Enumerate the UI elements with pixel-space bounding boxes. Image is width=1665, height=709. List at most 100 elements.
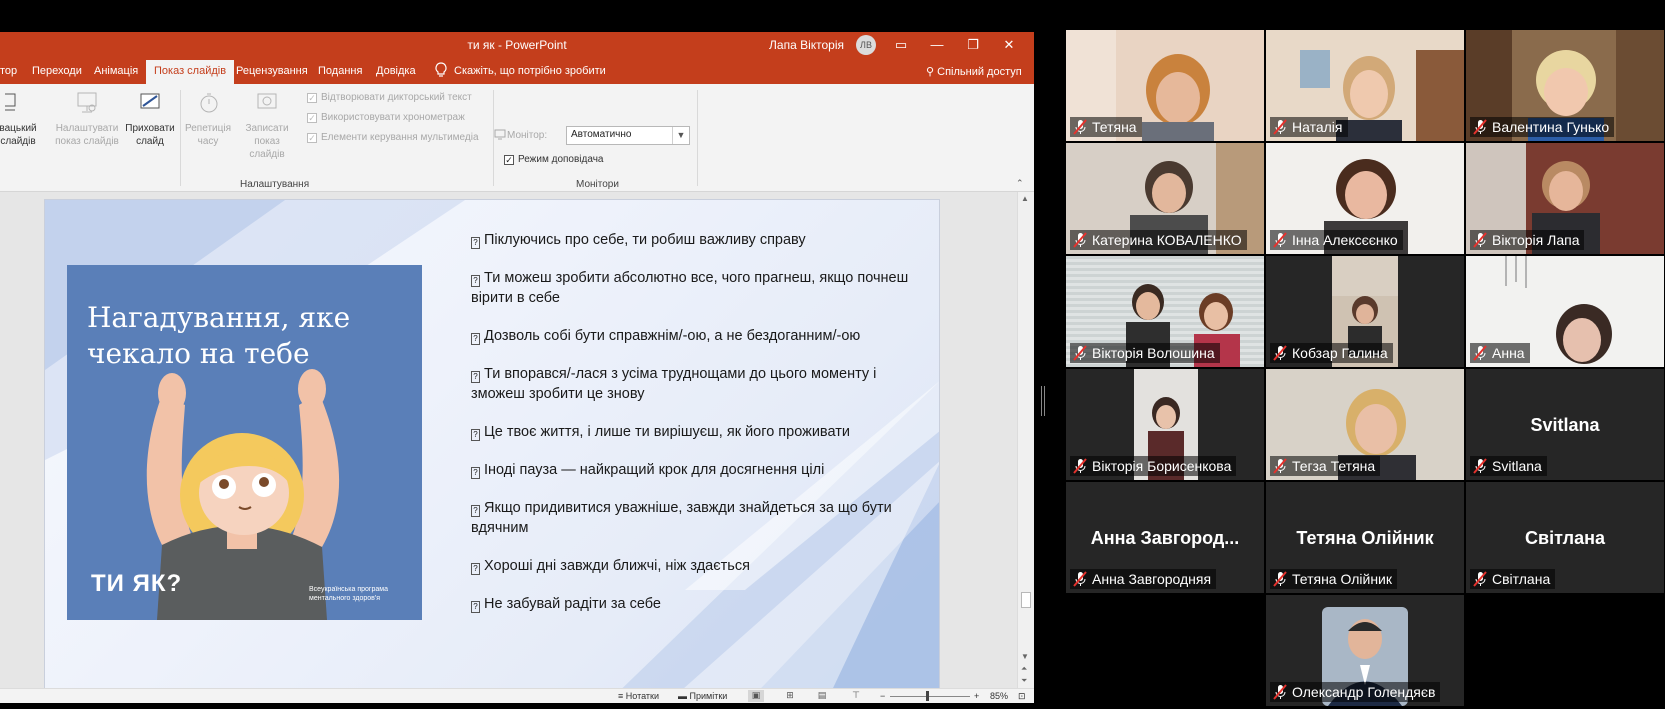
participant-tile[interactable]: Тетяна Олійник Тетяна Олійник [1266,482,1464,593]
bullet-item: ? Це твоє життя, і лише ти вирішуєш, як й… [471,422,911,442]
zoom-slider-thumb[interactable] [926,691,929,701]
bullet-text: Не забувай радіти за себе [484,596,661,612]
ribbon-separator [697,90,698,186]
participant-nameplate: Тетяна Олійник [1270,569,1397,589]
rehearse-label-2: часу [197,136,219,147]
tab-view[interactable]: Подання [318,65,362,77]
zoom-level[interactable]: 85% [990,691,1008,701]
tab-slide-show[interactable]: Показ слайдів [146,60,235,84]
monitor-select[interactable]: Автоматично ▼ [566,126,690,145]
poster-image[interactable]: Нагадування, яке чекало на тебе ТИ ЯК? В… [67,265,422,620]
close-icon[interactable]: ✕ [1000,36,1018,54]
participant-tile[interactable]: Тегза Тетяна [1266,369,1464,480]
bullet-item: ? Хороші дні завжди ближчі, ніж здається [471,556,911,576]
participant-display-name: Анна Завгород... [1090,528,1240,548]
timings-checkbox[interactable]: ✓ Використовувати хронометраж [307,112,465,123]
tell-me-input[interactable]: Скажіть, що потрібно зробити [454,65,606,77]
chevron-down-icon[interactable]: ▼ [672,127,689,144]
participant-tile[interactable]: Валентина Гунько [1466,30,1664,141]
share-button[interactable]: ⚲ Спільний доступ [926,65,1022,78]
participant-display-name: Світлана [1525,528,1605,548]
bullet-item: ? Іноді пауза — найкращий крок для досягн… [471,460,911,480]
participant-tile[interactable]: Кобзар Галина [1266,256,1464,367]
scroll-up-icon[interactable]: ▲ [1021,194,1029,203]
hide-slide-icon [140,93,160,109]
rehearse-timings-button[interactable]: Репетиція часу [182,90,234,148]
participant-tile[interactable]: Наталія [1266,30,1464,141]
participant-tile[interactable]: Інна Алексєєнко [1266,143,1464,254]
notes-button[interactable]: ≡ Нотатки [618,691,659,701]
missing-glyph-icon: ? [471,467,480,479]
zoom-out-icon[interactable]: − [880,691,885,701]
tab-design[interactable]: тор [0,65,17,77]
hide-slide-label-2: слайд [136,136,164,147]
bullet-item: ? Не забувай радіти за себе [471,594,911,614]
previous-slide-icon[interactable]: ⏶ [1021,664,1027,674]
missing-glyph-icon: ? [471,333,480,345]
narration-label: Відтворювати дикторський текст [321,92,472,103]
panel-splitter[interactable] [1041,386,1045,416]
participant-nameplate: Вікторія Лапа [1470,230,1585,250]
slide[interactable]: Нагадування, яке чекало на тебе ТИ ЯК? В… [44,199,940,703]
restore-icon[interactable]: ❐ [964,36,982,54]
slide-sorter-icon[interactable]: ⊞ [782,690,798,702]
scrollbar-thumb[interactable] [1021,592,1031,608]
reading-view-icon[interactable]: ▤ [814,690,830,702]
ribbon-tabs: тор Переходи Анімація Показ слайдів Реце… [0,58,1034,84]
bullet-text: Ти впорався/-лася з усіма труднощами до … [471,366,877,402]
participant-tile-active[interactable]: Вікторія Лапа [1466,143,1664,254]
group-label-monitors: Монітори [576,179,619,190]
missing-glyph-icon: ? [471,237,480,249]
collapse-ribbon-icon[interactable]: ⌃ [1016,178,1024,189]
monitor-label: Монітор: [507,130,548,141]
participant-tile[interactable]: Вікторія Борисенкова [1066,369,1264,480]
ribbon-display-icon[interactable]: ▭ [892,36,910,54]
tab-transitions[interactable]: Переходи [32,65,82,77]
participant-tile[interactable]: Олександр Голендяєв [1266,595,1464,706]
participant-nameplate: Анна Завгородняя [1070,569,1217,589]
tab-help[interactable]: Довідка [376,65,416,77]
tab-review[interactable]: Рецензування [236,65,308,77]
comments-button[interactable]: ▬ Примітки [678,691,727,701]
participant-tile[interactable]: Тетяна [1066,30,1264,141]
participant-tile[interactable]: Анна [1466,256,1664,367]
presenter-view-checkbox[interactable]: ✓ Режим доповідача [504,154,603,165]
participant-nameplate: Кобзар Галина [1270,343,1393,363]
muted-mic-icon [1073,119,1087,135]
participant-tile[interactable]: Svitlana Svitlana [1466,369,1664,480]
group-label-setup: Налаштування [240,179,310,190]
share-label: Спільний доступ [937,66,1022,78]
muted-mic-icon [1473,345,1487,361]
narration-checkbox[interactable]: ✓ Відтворювати дикторський текст [307,92,472,103]
media-controls-checkbox[interactable]: ✓ Елементи керування мультимедіа [307,132,479,143]
next-slide-icon[interactable]: ⏷ [1021,676,1027,686]
ribbon: вацький слайдів Налаштувати показ слайді… [0,84,1034,192]
participant-tile[interactable]: Анна Завгород... Анна Завгородняя [1066,482,1264,593]
vertical-scrollbar[interactable]: ▲ ▼ ⏶ ⏷ [1017,192,1034,688]
zoom-slider[interactable] [890,696,970,697]
minimize-icon[interactable]: — [928,36,946,54]
participant-tile[interactable]: Світлана Світлана [1466,482,1664,593]
normal-view-icon[interactable]: ▣ [748,690,764,702]
slide-show-icon[interactable]: ⊤ [848,690,864,702]
participant-tile[interactable]: Вікторія Волошина [1066,256,1264,367]
hide-slide-button[interactable]: Приховати слайд [122,90,178,148]
person-icon: ⚲ [926,66,938,78]
tab-animations[interactable]: Анімація [94,65,138,77]
participant-tile[interactable]: Катерина КОВАЛЕНКО [1066,143,1264,254]
avatar[interactable]: ЛВ [856,35,876,55]
participant-name: Валентина Гунько [1492,119,1610,135]
custom-show-button[interactable]: вацький слайдів [0,90,40,148]
muted-mic-icon [1273,571,1287,587]
fit-slide-icon[interactable]: ⊡ [1018,691,1026,702]
record-show-button[interactable]: Записати показ слайдів [232,90,302,161]
zoom-in-icon[interactable]: + [974,691,979,701]
bullet-item: ? Якщо придивитися уважніше, завжди знайд… [471,498,911,538]
muted-mic-icon [1473,571,1487,587]
bullet-item: ? Ти впорався/-лася з усіма труднощами до… [471,364,911,404]
participant-name: Вікторія Лапа [1492,232,1580,248]
muted-mic-icon [1073,345,1087,361]
scroll-down-icon[interactable]: ▼ [1021,652,1029,661]
setup-show-button[interactable]: Налаштувати показ слайдів [54,90,120,148]
user-name[interactable]: Лапа Вікторія [769,38,844,52]
